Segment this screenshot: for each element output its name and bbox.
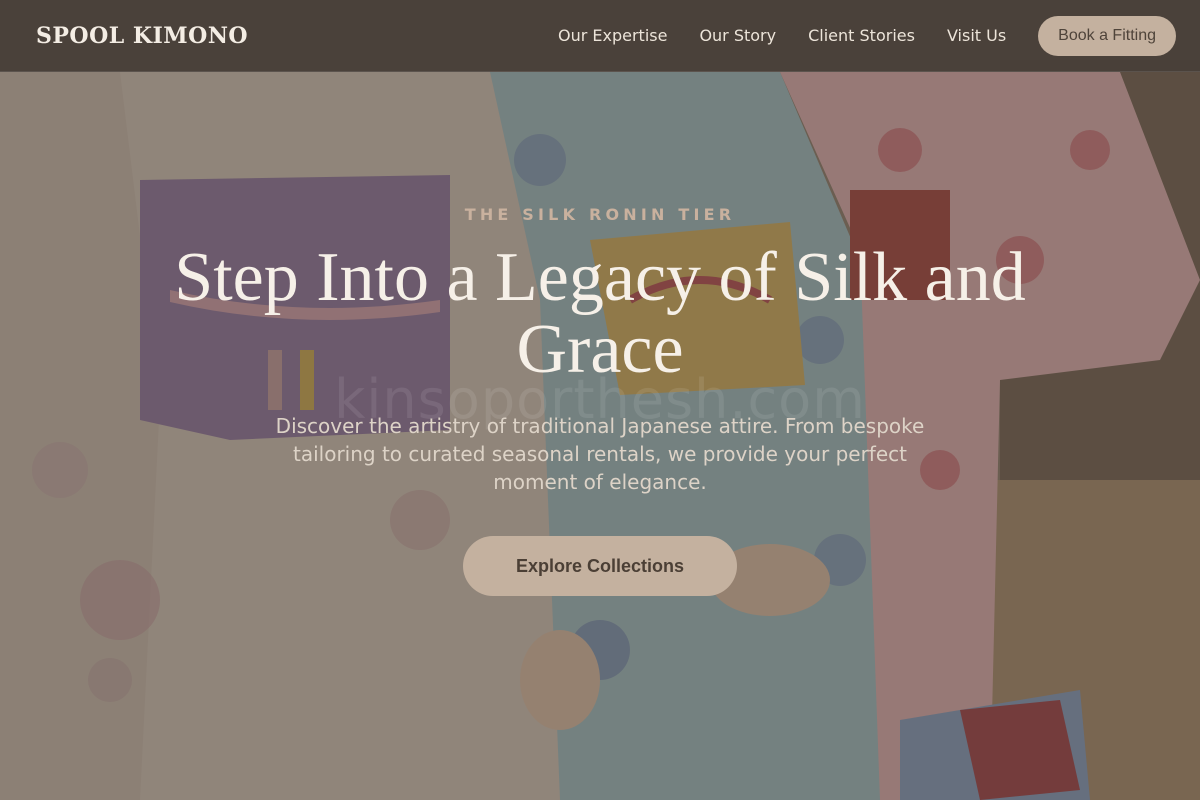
explore-collections-button[interactable]: Explore Collections (463, 536, 737, 596)
nav-link-our-expertise[interactable]: Our Expertise (558, 26, 667, 45)
main-nav: Our Expertise Our Story Client Stories V… (526, 15, 1176, 56)
hero-section: THE SILK RONIN TIER Step Into a Legacy o… (0, 0, 1200, 800)
nav-link-visit-us[interactable]: Visit Us (947, 26, 1006, 45)
nav-link-client-stories[interactable]: Client Stories (808, 26, 915, 45)
hero-title: Step Into a Legacy of Silk and Grace (174, 239, 1026, 388)
hero-eyebrow: THE SILK RONIN TIER (464, 205, 736, 224)
hero-subtitle: Discover the artistry of traditional Jap… (275, 414, 925, 494)
book-fitting-button[interactable]: Book a Fitting (1038, 15, 1176, 56)
brand-logo[interactable]: SPOOL KIMONO (36, 23, 248, 49)
top-navbar: SPOOL KIMONO Our Expertise Our Story Cli… (0, 0, 1200, 72)
nav-link-our-story[interactable]: Our Story (699, 26, 776, 45)
